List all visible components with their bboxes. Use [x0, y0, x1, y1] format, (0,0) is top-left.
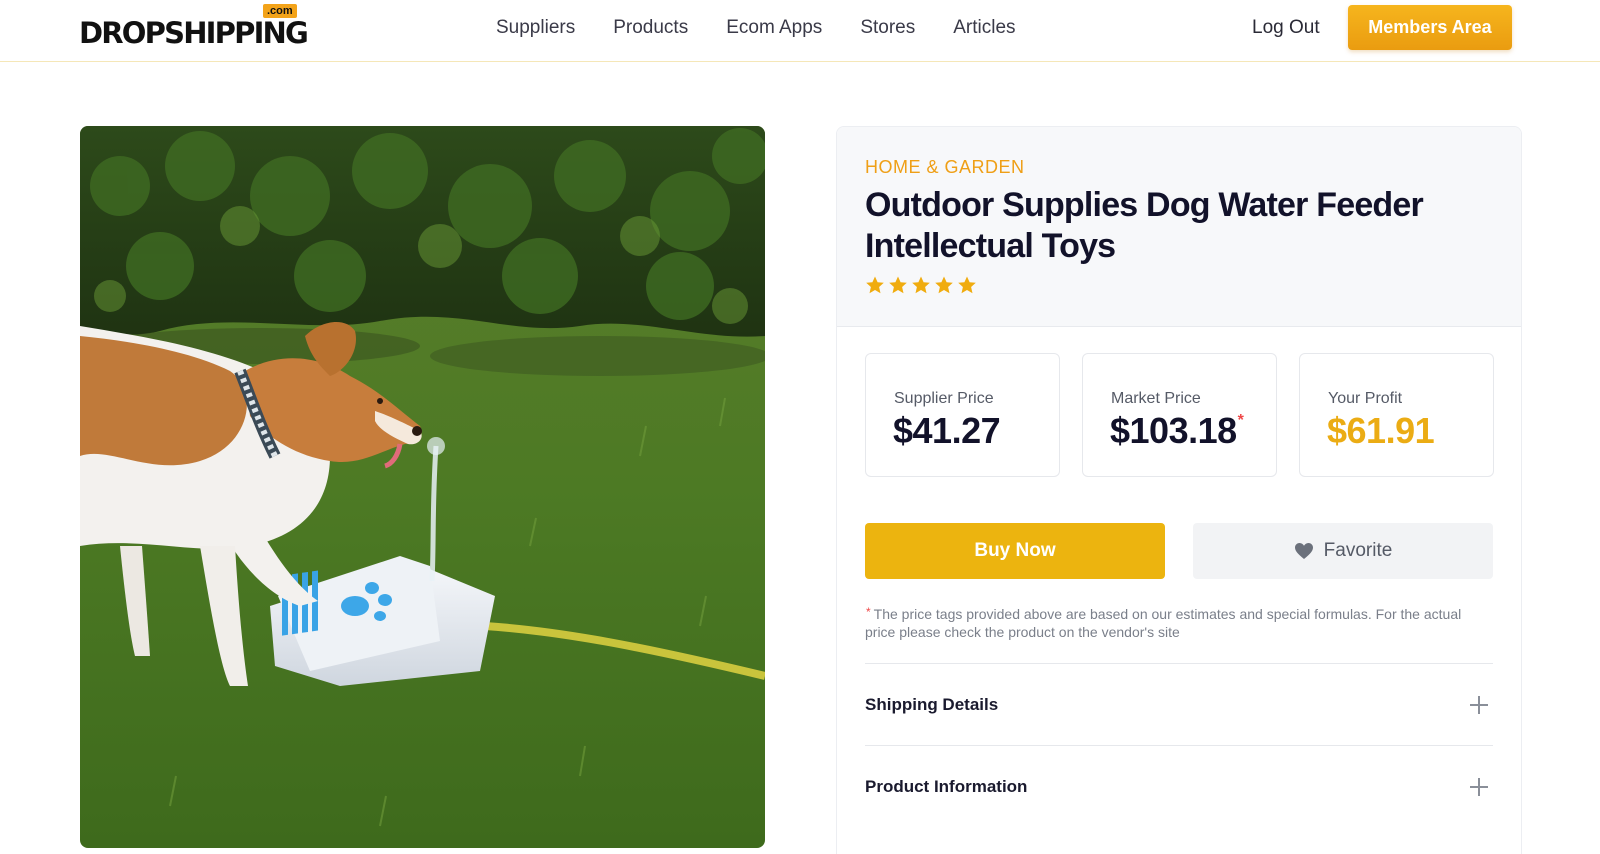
plus-icon[interactable]	[1470, 695, 1488, 714]
market-price-amount: $103.18	[1110, 410, 1237, 451]
site-header: DROPSHIPPING .com Suppliers Products Eco…	[0, 0, 1600, 62]
nav-item-stores[interactable]: Stores	[860, 16, 915, 40]
accordion-product-information[interactable]: Product Information	[865, 745, 1493, 827]
disclaimer-text: The price tags provided above are based …	[865, 606, 1462, 640]
accordion-label: Product Information	[865, 776, 1028, 796]
buy-now-button[interactable]: Buy Now	[865, 523, 1165, 579]
site-logo[interactable]: DROPSHIPPING .com	[79, 4, 309, 52]
supplier-price-value: $41.27	[893, 410, 1001, 451]
product-photo	[80, 126, 765, 848]
supplier-price-label: Supplier Price	[894, 390, 994, 407]
logo-tld-badge: .com	[263, 4, 297, 18]
market-price-box: Market Price $103.18*	[1082, 353, 1277, 477]
product-card: HOME & GARDEN Outdoor Supplies Dog Water…	[836, 126, 1522, 854]
product-image	[80, 126, 765, 848]
members-area-button[interactable]: Members Area	[1348, 5, 1512, 50]
nav-item-products[interactable]: Products	[613, 16, 688, 40]
nav-item-articles[interactable]: Articles	[953, 16, 1015, 40]
profit-label: Your Profit	[1328, 390, 1403, 407]
profit-value: $61.91	[1327, 410, 1435, 451]
star-icon	[958, 276, 976, 294]
product-category[interactable]: HOME & GARDEN	[865, 157, 1025, 178]
product-title: Outdoor Supplies Dog Water Feeder Intell…	[865, 186, 1424, 265]
favorite-label: Favorite	[1323, 540, 1393, 561]
star-icon	[935, 276, 953, 294]
nav-item-ecom-apps[interactable]: Ecom Apps	[726, 16, 822, 40]
supplier-price-box: Supplier Price $41.27	[865, 353, 1060, 477]
star-icon	[889, 276, 907, 294]
market-price-label: Market Price	[1111, 390, 1201, 407]
price-disclaimer: * The price tags provided above are based…	[865, 605, 1493, 641]
logout-link[interactable]: Log Out	[1252, 16, 1320, 40]
disclaimer-asterisk: *	[866, 605, 871, 619]
star-icon	[912, 276, 930, 294]
heart-icon	[1294, 543, 1313, 559]
favorite-button[interactable]: Favorite	[1193, 523, 1493, 579]
rating-stars	[865, 275, 977, 295]
market-price-value: $103.18*	[1110, 410, 1244, 452]
profit-box: Your Profit $61.91	[1299, 353, 1494, 477]
logo-wordmark: DROPSHIPPING	[79, 16, 309, 50]
market-price-asterisk: *	[1237, 412, 1244, 429]
accordion-shipping-details[interactable]: Shipping Details	[865, 663, 1493, 745]
plus-icon[interactable]	[1470, 777, 1488, 796]
main-nav: Suppliers Products Ecom Apps Stores Arti…	[496, 16, 1054, 40]
accordion-label: Shipping Details	[865, 694, 999, 714]
product-header: HOME & GARDEN Outdoor Supplies Dog Water…	[837, 127, 1521, 327]
nav-item-suppliers[interactable]: Suppliers	[496, 16, 575, 40]
star-icon	[866, 276, 884, 294]
